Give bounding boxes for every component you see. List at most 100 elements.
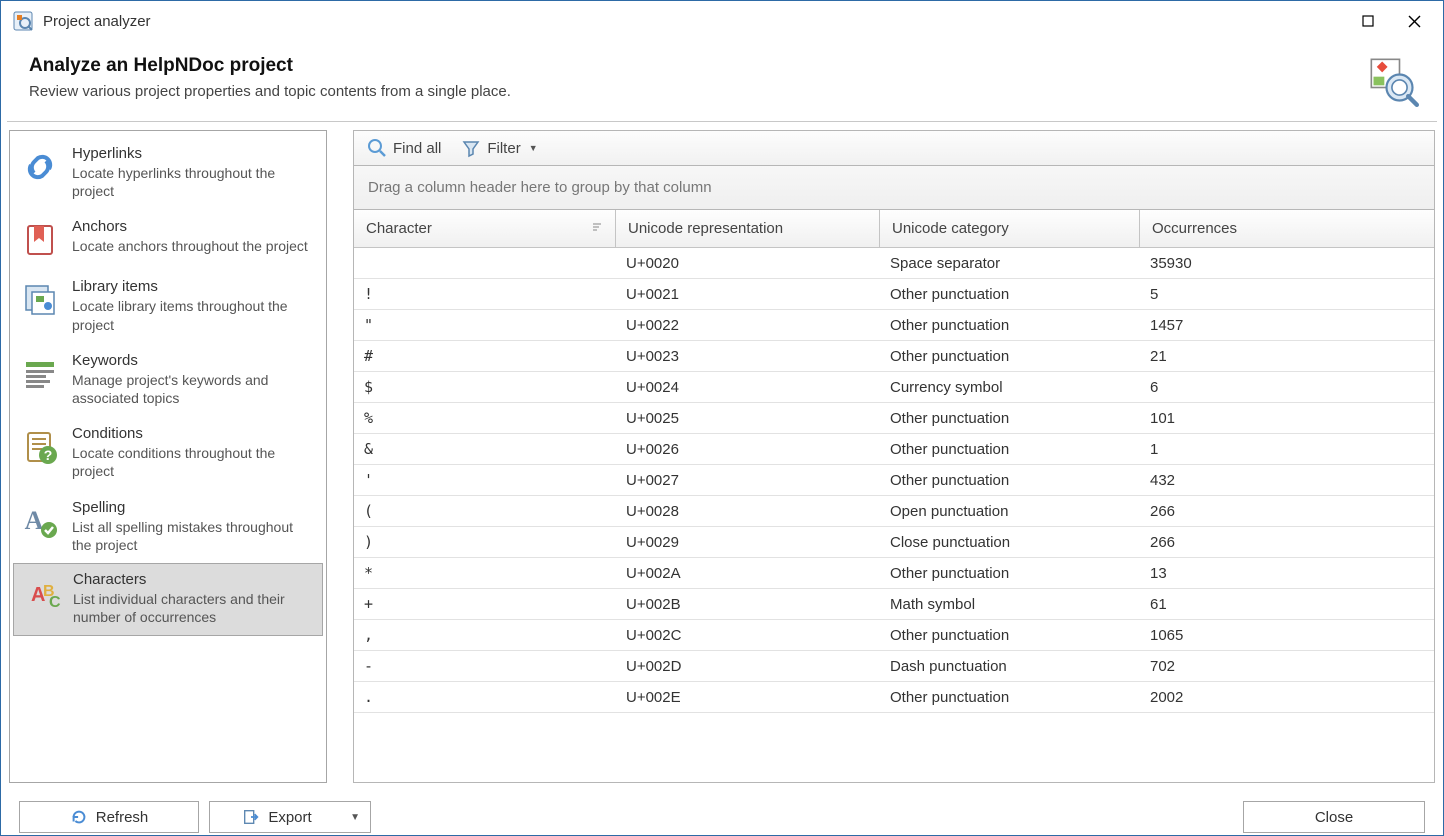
maximize-button[interactable] — [1345, 6, 1391, 36]
sidebar-item-title: Conditions — [72, 425, 316, 442]
cell-unicode-cat: Other punctuation — [880, 565, 1140, 582]
cell-character: . — [354, 688, 616, 706]
cell-unicode-rep: U+0022 — [616, 317, 880, 334]
cell-unicode-rep: U+0029 — [616, 534, 880, 551]
cell-occurrences: 101 — [1140, 410, 1434, 427]
cell-unicode-cat: Other punctuation — [880, 348, 1140, 365]
cell-occurrences: 5 — [1140, 286, 1434, 303]
cell-unicode-cat: Space separator — [880, 255, 1140, 272]
table-row[interactable]: $U+0024Currency symbol6 — [354, 372, 1434, 403]
grid-body[interactable]: U+0020Space separator35930!U+0021Other p… — [354, 248, 1434, 782]
table-row[interactable]: %U+0025Other punctuation101 — [354, 403, 1434, 434]
chevron-down-icon: ▼ — [529, 143, 538, 153]
column-unicode-cat[interactable]: Unicode category — [880, 210, 1140, 247]
cell-unicode-cat: Other punctuation — [880, 627, 1140, 644]
filter-button[interactable]: Filter ▼ — [452, 134, 546, 162]
cell-character: , — [354, 626, 616, 644]
sidebar-item-title: Hyperlinks — [72, 145, 316, 162]
refresh-label: Refresh — [96, 809, 149, 826]
bookmark-icon — [20, 220, 60, 260]
cell-character: ! — [354, 285, 616, 303]
page-subtitle: Review various project properties and to… — [29, 83, 1347, 100]
cell-occurrences: 1457 — [1140, 317, 1434, 334]
cell-unicode-rep: U+002C — [616, 627, 880, 644]
cell-character: + — [354, 595, 616, 613]
column-occurrences[interactable]: Occurrences — [1140, 210, 1434, 247]
cell-occurrences: 35930 — [1140, 255, 1434, 272]
sidebar-item-anchors[interactable]: Anchors Locate anchors throughout the pr… — [10, 210, 326, 270]
cell-unicode-cat: Other punctuation — [880, 286, 1140, 303]
table-row[interactable]: 'U+0027Other punctuation432 — [354, 465, 1434, 496]
table-row[interactable]: &U+0026Other punctuation1 — [354, 434, 1434, 465]
export-icon — [242, 808, 260, 826]
refresh-icon — [70, 808, 88, 826]
close-window-button[interactable] — [1391, 6, 1437, 36]
window: Project analyzer Analyze an HelpNDoc pro… — [0, 0, 1444, 836]
sidebar-item-spelling[interactable]: A Spelling List all spelling mistakes th… — [10, 491, 326, 564]
cell-unicode-rep: U+002D — [616, 658, 880, 675]
cell-character: " — [354, 316, 616, 334]
grid-header: Character Unicode representation Unicode… — [354, 210, 1434, 248]
body: Hyperlinks Locate hyperlinks throughout … — [1, 122, 1443, 793]
sidebar-item-conditions[interactable]: ? Conditions Locate conditions throughou… — [10, 417, 326, 490]
refresh-button[interactable]: Refresh — [19, 801, 199, 833]
cell-character: ) — [354, 533, 616, 551]
sidebar-item-keywords[interactable]: Keywords Manage project's keywords and a… — [10, 344, 326, 417]
cell-unicode-cat: Open punctuation — [880, 503, 1140, 520]
characters-icon: ABC — [21, 573, 61, 613]
cell-occurrences: 702 — [1140, 658, 1434, 675]
cell-occurrences: 6 — [1140, 379, 1434, 396]
table-row[interactable]: (U+0028Open punctuation266 — [354, 496, 1434, 527]
sidebar-item-desc: List all spelling mistakes throughout th… — [72, 518, 316, 554]
cell-unicode-rep: U+002B — [616, 596, 880, 613]
table-row[interactable]: #U+0023Other punctuation21 — [354, 341, 1434, 372]
table-row[interactable]: ,U+002COther punctuation1065 — [354, 620, 1434, 651]
cell-occurrences: 432 — [1140, 472, 1434, 489]
keywords-icon — [20, 354, 60, 394]
sort-indicator-icon — [591, 221, 603, 236]
cell-occurrences: 21 — [1140, 348, 1434, 365]
table-row[interactable]: !U+0021Other punctuation5 — [354, 279, 1434, 310]
cell-unicode-cat: Dash punctuation — [880, 658, 1140, 675]
cell-unicode-cat: Other punctuation — [880, 317, 1140, 334]
cell-unicode-cat: Close punctuation — [880, 534, 1140, 551]
cell-character: - — [354, 657, 616, 675]
cell-character: * — [354, 564, 616, 582]
sidebar-item-desc: Locate conditions throughout the project — [72, 444, 316, 480]
cell-occurrences: 2002 — [1140, 689, 1434, 706]
table-row[interactable]: -U+002DDash punctuation702 — [354, 651, 1434, 682]
table-row[interactable]: *U+002AOther punctuation13 — [354, 558, 1434, 589]
sidebar-item-desc: Locate library items throughout the proj… — [72, 297, 316, 333]
close-button[interactable]: Close — [1243, 801, 1425, 833]
cell-occurrences: 13 — [1140, 565, 1434, 582]
table-row[interactable]: )U+0029Close punctuation266 — [354, 527, 1434, 558]
cell-unicode-rep: U+0027 — [616, 472, 880, 489]
export-button[interactable]: Export ▼ — [209, 801, 371, 833]
analyzer-icon — [1367, 55, 1419, 107]
find-all-button[interactable]: Find all — [358, 134, 450, 162]
cell-occurrences: 61 — [1140, 596, 1434, 613]
table-row[interactable]: U+0020Space separator35930 — [354, 248, 1434, 279]
cell-character: & — [354, 440, 616, 458]
search-icon — [367, 138, 387, 158]
cell-occurrences: 266 — [1140, 534, 1434, 551]
close-label: Close — [1315, 809, 1353, 826]
sidebar-item-library[interactable]: Library items Locate library items throu… — [10, 270, 326, 343]
column-unicode-rep[interactable]: Unicode representation — [616, 210, 880, 247]
library-icon — [20, 280, 60, 320]
table-row[interactable]: "U+0022Other punctuation1457 — [354, 310, 1434, 341]
column-character[interactable]: Character — [354, 210, 616, 247]
table-row[interactable]: +U+002BMath symbol61 — [354, 589, 1434, 620]
cell-unicode-cat: Currency symbol — [880, 379, 1140, 396]
sidebar-item-desc: List individual characters and their num… — [73, 590, 315, 626]
table-row[interactable]: .U+002EOther punctuation2002 — [354, 682, 1434, 713]
group-by-bar[interactable]: Drag a column header here to group by th… — [353, 166, 1435, 210]
sidebar-item-desc: Manage project's keywords and associated… — [72, 371, 316, 407]
svg-text:A: A — [25, 506, 44, 535]
sidebar-item-hyperlinks[interactable]: Hyperlinks Locate hyperlinks throughout … — [10, 137, 326, 210]
cell-unicode-rep: U+002A — [616, 565, 880, 582]
cell-unicode-rep: U+0025 — [616, 410, 880, 427]
sidebar-item-title: Characters — [73, 571, 315, 588]
sidebar-item-characters[interactable]: ABC Characters List individual character… — [13, 563, 323, 636]
chevron-down-icon: ▼ — [350, 812, 360, 823]
